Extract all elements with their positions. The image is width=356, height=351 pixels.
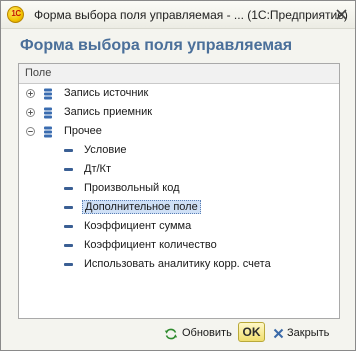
tree-group-label: Прочее [64, 125, 102, 137]
tree-item-label: Дт/Кт [84, 163, 111, 175]
selection-form-window: 1С Форма выбора поля управляемая - ... (… [0, 0, 356, 351]
attribute-icon [64, 187, 73, 190]
tree-group-row[interactable]: Запись источник [19, 84, 339, 103]
window-title: Форма выбора поля управляемая - ... (1С:… [34, 8, 348, 22]
refresh-label: Обновить [182, 327, 232, 339]
table-stack-icon [44, 107, 52, 119]
tree-item-label: Дополнительное поле [82, 200, 201, 214]
tree-item-label: Произвольный код [84, 182, 180, 194]
tree-item-row[interactable]: Произвольный код [19, 179, 339, 198]
tree-group-row[interactable]: Запись приемник [19, 103, 339, 122]
form-footer: Обновить OK Закрыть [1, 321, 355, 349]
tree-group-label: Запись источник [64, 87, 149, 99]
tree-item-label: Условие [84, 144, 127, 156]
expand-plus-icon[interactable] [26, 108, 35, 117]
title-bar[interactable]: 1С Форма выбора поля управляемая - ... (… [1, 1, 355, 29]
fields-tree[interactable]: Поле Запись источник Запись приемник Про… [18, 63, 340, 319]
tree-item-row-selected[interactable]: Дополнительное поле [19, 198, 339, 217]
table-stack-icon [44, 88, 52, 100]
tree-group-row[interactable]: Прочее [19, 122, 339, 141]
refresh-icon [164, 328, 178, 340]
tree-item-row[interactable]: Коэффициент сумма [19, 217, 339, 236]
close-label: Закрыть [287, 327, 330, 339]
attribute-icon [64, 206, 73, 209]
expand-plus-icon[interactable] [26, 89, 35, 98]
column-header-label: Поле [25, 67, 52, 79]
tree-item-label: Коэффициент количество [84, 239, 217, 251]
tree-column-header[interactable]: Поле [19, 64, 339, 84]
attribute-icon [64, 225, 73, 228]
tree-item-row[interactable]: Условие [19, 141, 339, 160]
app-logo-text: 1С [11, 9, 21, 18]
tree-group-label: Запись приемник [64, 106, 153, 118]
tree-item-row[interactable]: Коэффициент количество [19, 236, 339, 255]
ok-button[interactable]: OK [238, 322, 265, 342]
collapse-minus-icon[interactable] [26, 127, 35, 136]
table-stack-icon [44, 126, 52, 138]
close-x-icon [273, 328, 284, 339]
attribute-icon [64, 149, 73, 152]
attribute-icon [64, 263, 73, 266]
window-close-icon[interactable] [335, 8, 348, 21]
attribute-icon [64, 244, 73, 247]
attribute-icon [64, 168, 73, 171]
form-header: Форма выбора поля управляемая [20, 37, 293, 54]
tree-item-label: Использовать аналитику корр. счета [84, 258, 271, 270]
tree-item-row[interactable]: Дт/Кт [19, 160, 339, 179]
app-logo-icon: 1С [7, 6, 24, 23]
tree-item-label: Коэффициент сумма [84, 220, 192, 232]
tree-item-row[interactable]: Использовать аналитику корр. счета [19, 255, 339, 274]
